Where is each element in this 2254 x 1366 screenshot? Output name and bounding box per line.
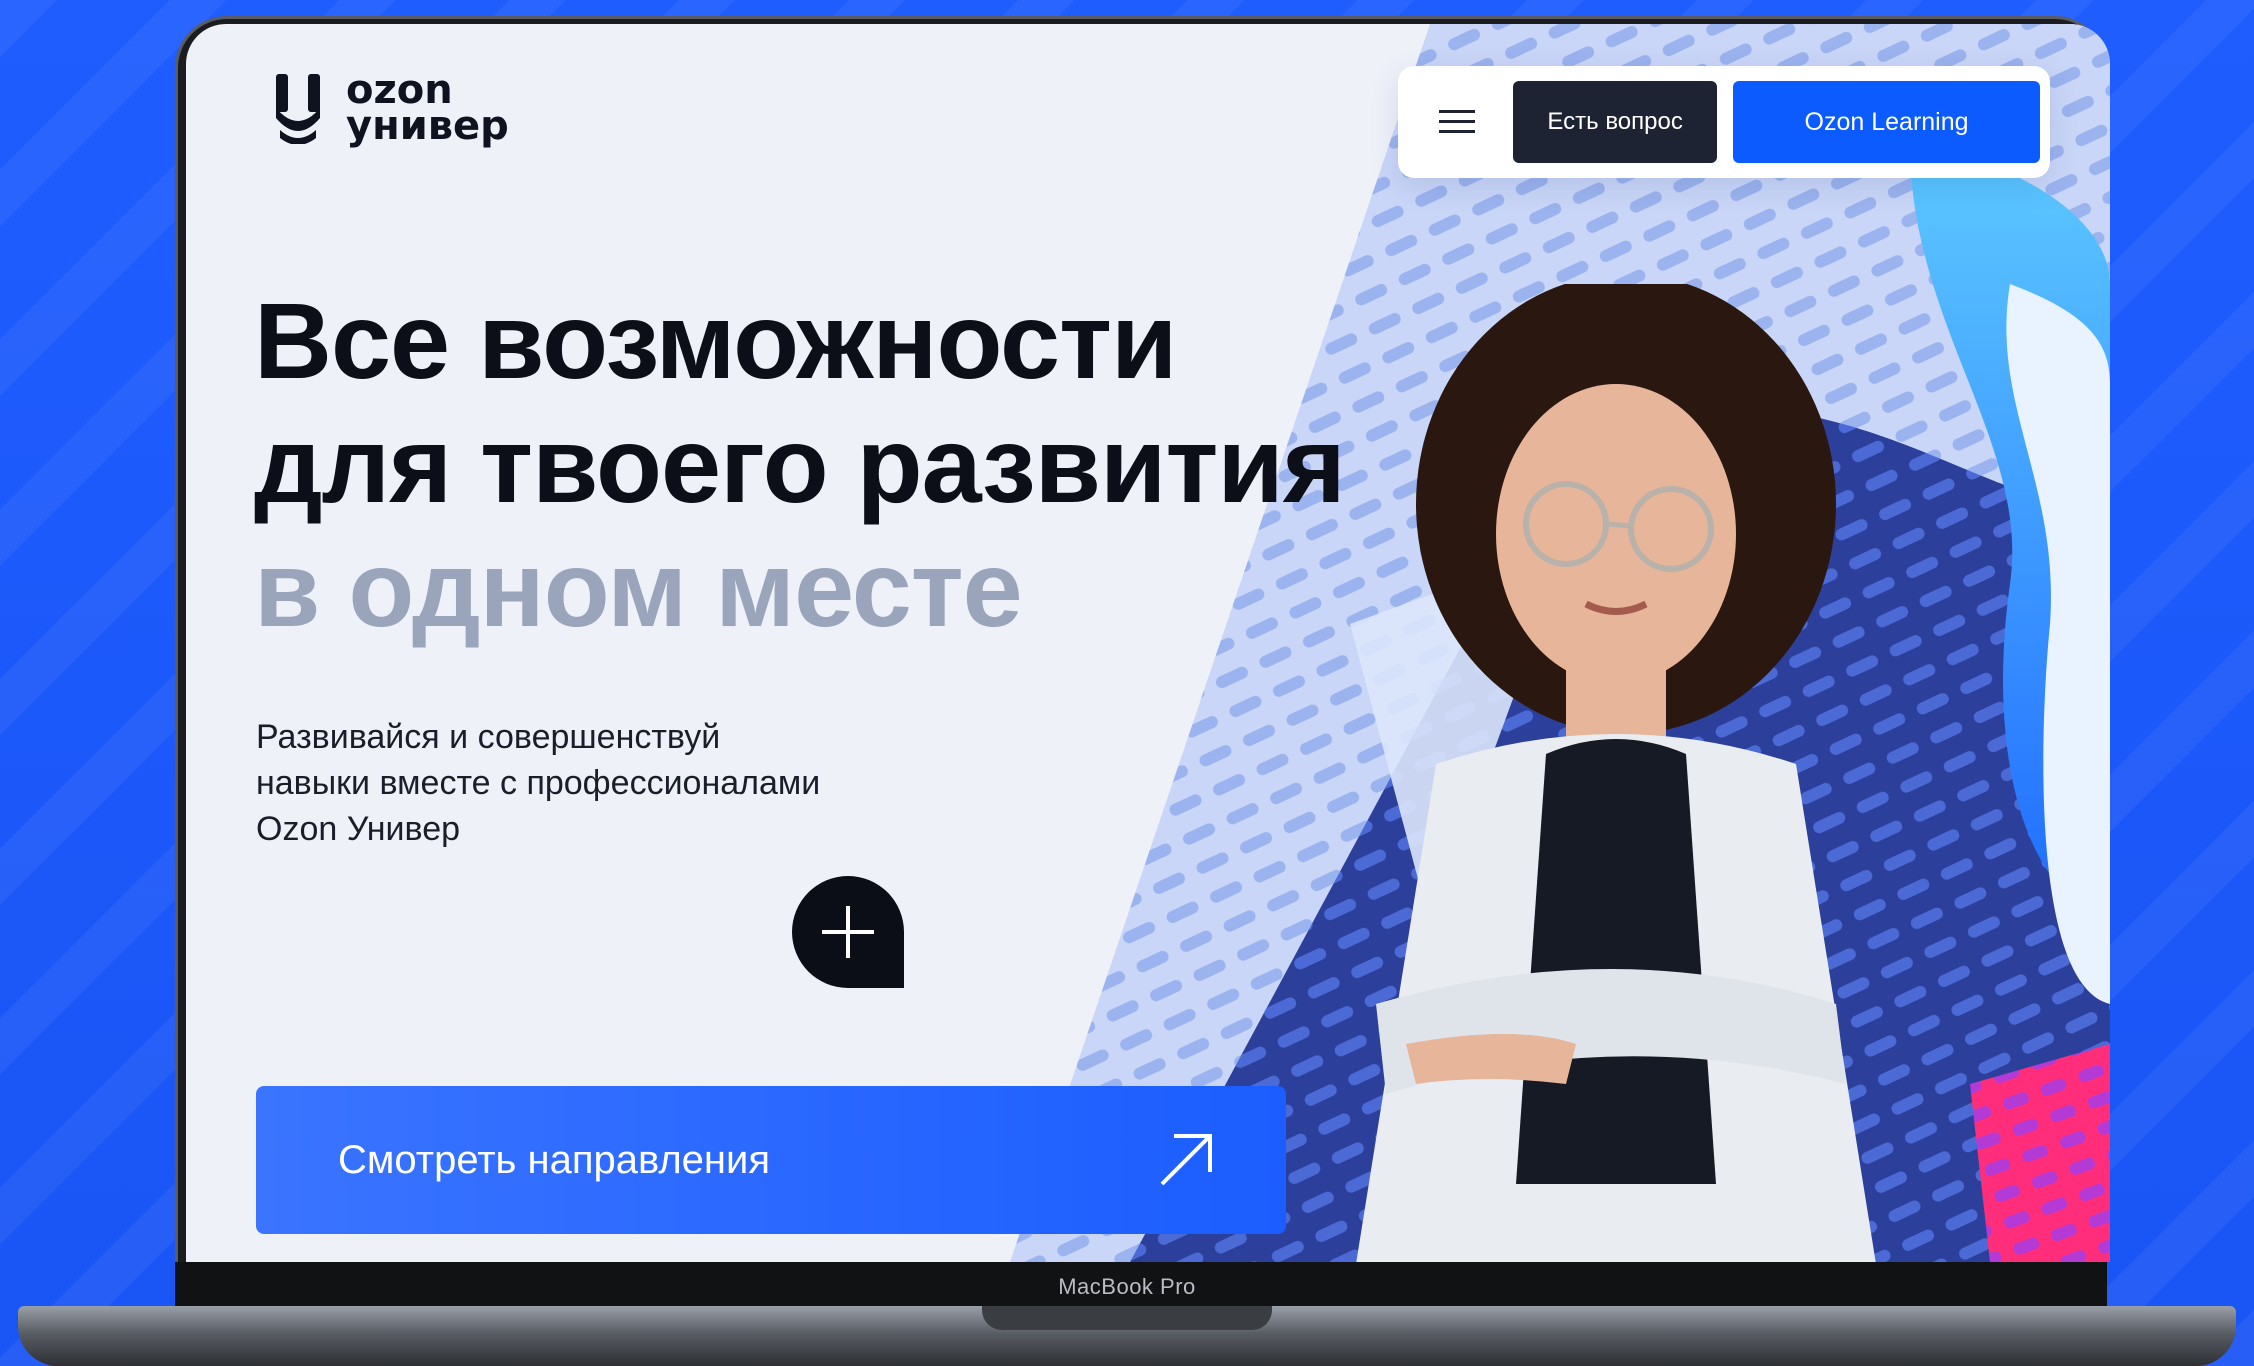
ask-question-button[interactable]: Есть вопрос [1513, 81, 1718, 163]
ozon-univer-logo-icon [276, 74, 320, 144]
expand-button[interactable] [792, 876, 904, 988]
headline-line-3: в одном месте [254, 528, 1023, 649]
arrow-up-right-icon [1160, 1134, 1212, 1186]
headline-line-1: Все возможности [254, 280, 1177, 401]
hamburger-menu-icon [1438, 110, 1475, 133]
hero-subtitle: Развивайся и совершенствуй навыки вместе… [256, 714, 956, 852]
top-nav: Есть вопрос Ozon Learning [1398, 66, 2050, 178]
subtitle-line-3: Ozon Универ [256, 810, 461, 848]
logo[interactable]: ozon универ [272, 70, 509, 149]
headline-line-2: для твоего развития [254, 404, 1346, 525]
plus-icon [822, 906, 874, 958]
subtitle-line-2: навыки вместе с профессионалами [256, 764, 821, 802]
laptop-model-label: MacBook Pro [1058, 1274, 1196, 1299]
hero-person-image [1356, 284, 1876, 1262]
laptop-base-notch [982, 1306, 1272, 1330]
laptop-screen: ozon универ Есть вопрос Ozon Learning Вс… [186, 24, 2110, 1262]
subtitle-line-1: Развивайся и совершенствуй [256, 718, 721, 756]
view-directions-button[interactable]: Смотреть направления [256, 1086, 1286, 1234]
logo-line-univer: универ [346, 103, 509, 149]
logo-wordmark: ozon универ [346, 70, 509, 149]
hero-headline: Все возможности для твоего развития в од… [254, 279, 1346, 651]
menu-button[interactable] [1416, 81, 1497, 163]
ozon-learning-button[interactable]: Ozon Learning [1733, 81, 2040, 163]
cta-label: Смотреть направления [338, 1137, 771, 1182]
